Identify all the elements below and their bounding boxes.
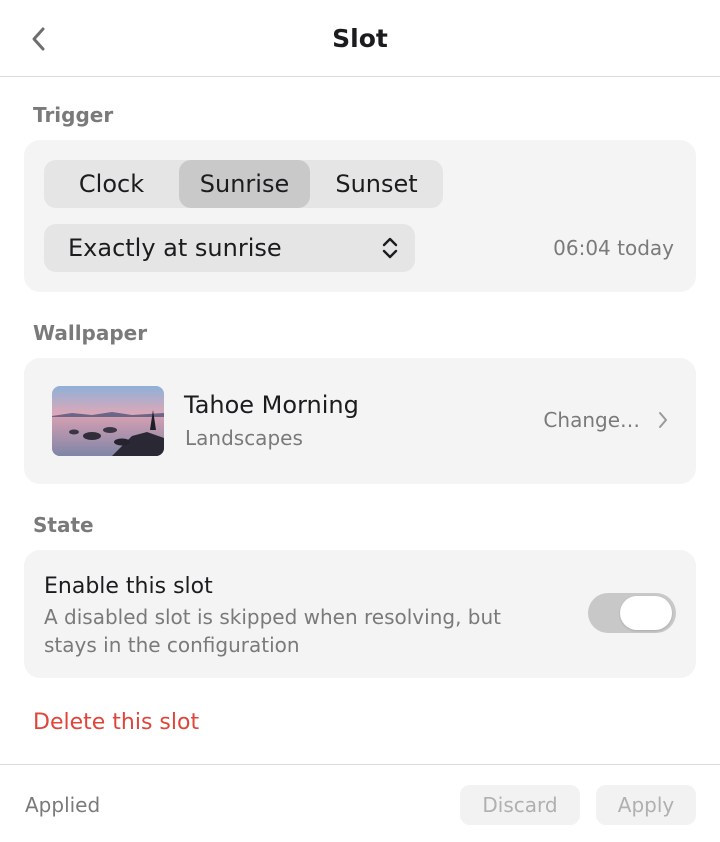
wallpaper-section-label: Wallpaper [33,321,148,345]
trigger-segmented-control: Clock Sunrise Sunset [44,160,443,208]
segment-clock[interactable]: Clock [44,160,179,208]
wallpaper-card[interactable]: Tahoe Morning Landscapes Change… [24,358,696,484]
trigger-card: Clock Sunrise Sunset Exactly at sunrise … [24,140,696,292]
wallpaper-category: Landscapes [185,426,303,450]
wallpaper-name: Tahoe Morning [184,391,359,419]
wallpaper-thumbnail [52,386,164,456]
discard-button[interactable]: Discard [460,785,580,825]
resolved-time: 06:04 today [553,236,674,260]
delete-slot-button[interactable]: Delete this slot [33,710,199,735]
status-text: Applied [25,793,101,817]
footer-bar: Applied Discard Apply [0,764,720,842]
segment-sunrise[interactable]: Sunrise [179,160,310,208]
state-section-label: State [33,513,94,537]
page-title: Slot [332,23,388,53]
trigger-section-label: Trigger [33,103,114,127]
change-wallpaper-button[interactable]: Change… [543,408,668,432]
apply-button[interactable]: Apply [596,785,696,825]
chevron-up-down-icon [382,237,398,259]
chevron-right-icon [659,412,667,428]
state-card: Enable this slot A disabled slot is skip… [24,550,696,678]
segment-sunset[interactable]: Sunset [310,160,443,208]
toggle-knob [620,596,672,630]
trigger-offset-value: Exactly at sunrise [68,234,282,262]
back-button[interactable] [26,26,50,52]
chevron-left-icon [32,27,45,51]
trigger-offset-select[interactable]: Exactly at sunrise [44,224,415,272]
enable-slot-title: Enable this slot [44,574,213,599]
enable-slot-description: A disabled slot is skipped when resolvin… [44,605,501,657]
enable-slot-toggle[interactable] [588,593,676,633]
change-label: Change… [543,408,640,432]
navigation-bar: Slot [0,0,720,77]
